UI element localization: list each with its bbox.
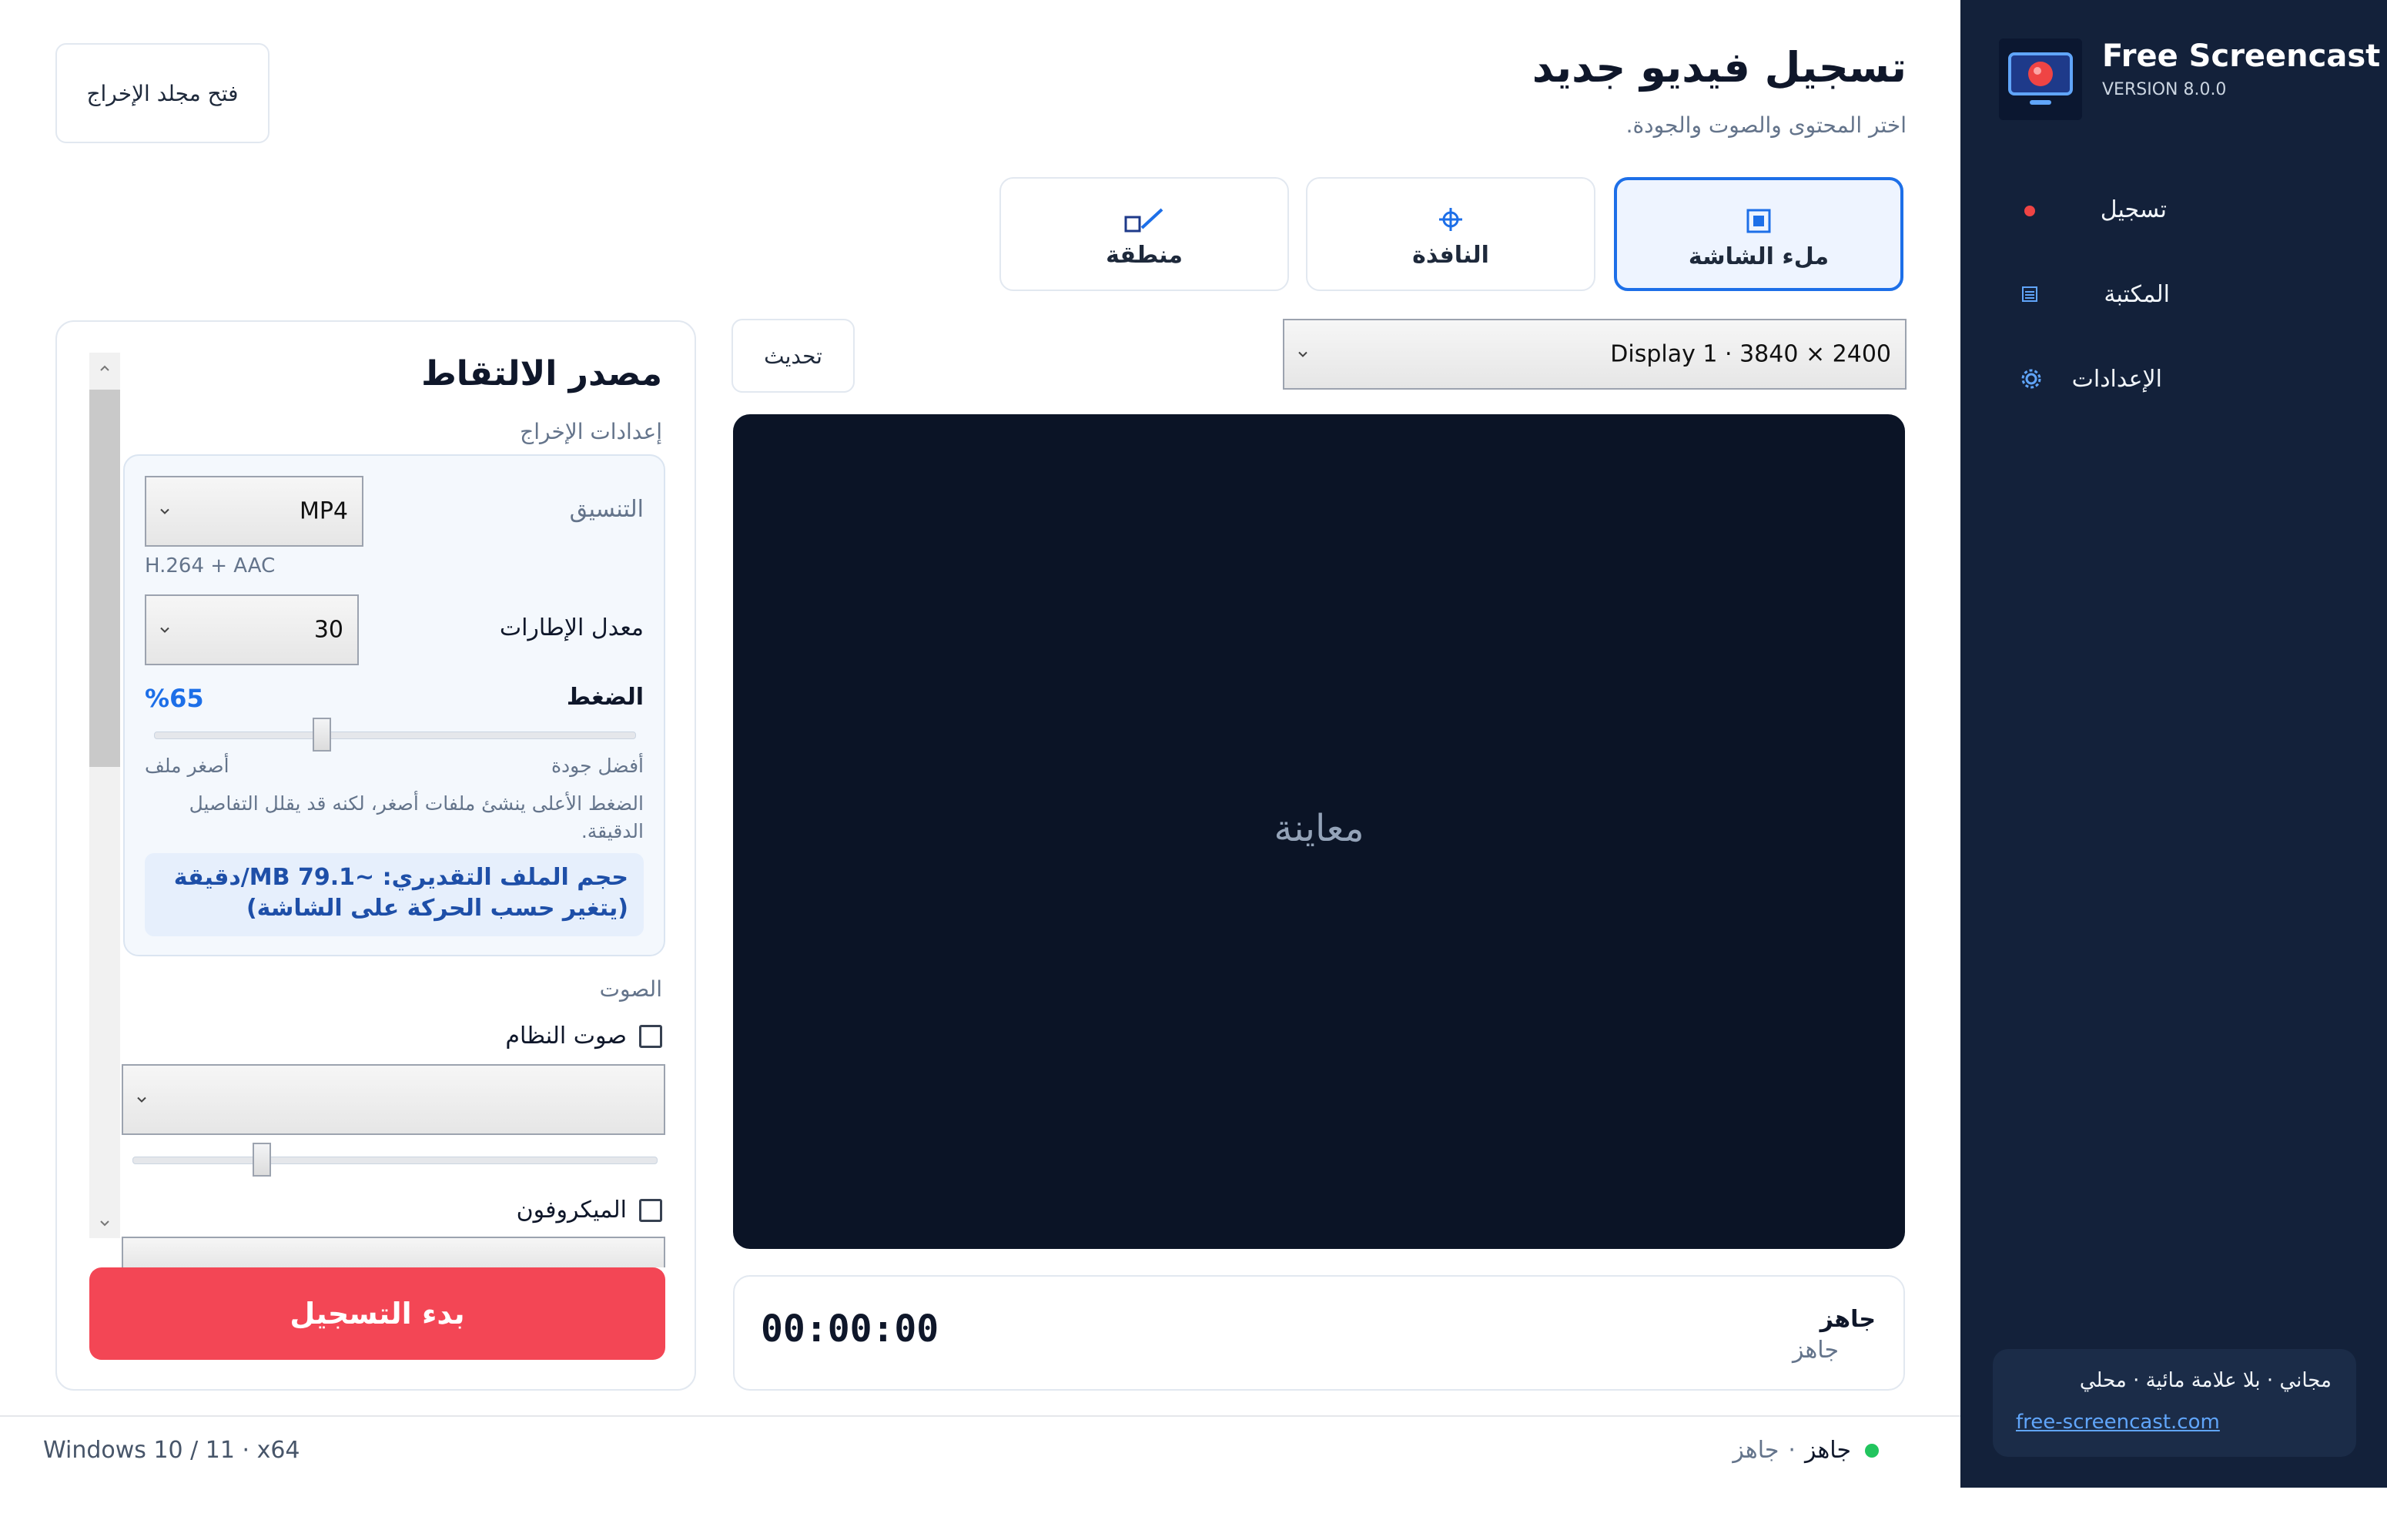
compression-hint: الضغط الأعلى ينشئ ملفات أصغر، لكنه قد يق…: [189, 792, 644, 842]
page-subtitle: اختر المحتوى والصوت والجودة.: [1625, 112, 1907, 138]
scrollbar-thumb[interactable]: [89, 390, 120, 767]
codec-info: H.264 + AAC: [145, 554, 276, 578]
format-label: التنسيق: [569, 496, 644, 523]
tab-fullscreen[interactable]: ملء الشاشة: [1614, 177, 1903, 291]
system-audio-label: صوت النظام: [505, 1023, 627, 1050]
footer-ready-main: جاهز: [1804, 1437, 1851, 1464]
refresh-button[interactable]: تحديث: [732, 319, 855, 393]
microphone-checkbox[interactable]: [639, 1198, 662, 1222]
fullscreen-icon: [1746, 208, 1772, 237]
format-select[interactable]: MP4: [145, 476, 363, 547]
microphone-label: الميكروفون: [516, 1197, 627, 1224]
library-icon: [2014, 279, 2045, 310]
crosshair-icon: [1438, 206, 1464, 236]
estimated-size: حجم الملف التقديري: ~79.1 MB/دقيقة (يتغي…: [145, 853, 644, 936]
best-quality-label: أفضل جودة: [551, 755, 644, 777]
recording-timer: 00:00:00: [761, 1307, 939, 1351]
open-output-folder-button[interactable]: فتح مجلد الإخراج: [55, 43, 270, 143]
compression-percent: %65: [145, 684, 204, 713]
sidebar-item-label: تسجيل: [2100, 196, 2167, 223]
status-subtitle: جاهز: [1792, 1337, 1839, 1364]
tab-region[interactable]: منطقة: [999, 177, 1289, 291]
chevron-down-icon: [157, 617, 172, 644]
app-version: VERSION 8.0.0: [2102, 80, 2227, 99]
tab-window[interactable]: النافذة: [1306, 177, 1595, 291]
audio-section-label: الصوت: [599, 976, 662, 1002]
compression-slider-track[interactable]: [154, 732, 636, 739]
output-settings-box: التنسيق MP4 H.264 + AAC معدل الإطارات 30…: [123, 454, 665, 956]
website-link[interactable]: free-screencast.com: [2016, 1411, 2220, 1434]
preview-area: معاينة: [733, 414, 1905, 1249]
scroll-down-icon[interactable]: [89, 1207, 120, 1238]
microphone-device-select[interactable]: [122, 1237, 665, 1267]
fps-select[interactable]: 30: [145, 594, 359, 665]
region-select-icon: [1123, 206, 1165, 236]
system-audio-row[interactable]: صوت النظام: [505, 1023, 662, 1050]
sidebar: Free Screencast VERSION 8.0.0 تسجيل المك…: [1960, 0, 2387, 1488]
format-select-value: MP4: [299, 497, 348, 525]
fps-label: معدل الإطارات: [499, 614, 644, 641]
display-select[interactable]: Display 1 · 3840 × 2400: [1283, 319, 1907, 390]
chevron-down-icon: [134, 1086, 149, 1113]
system-audio-volume-track[interactable]: [132, 1157, 658, 1164]
tab-label: منطقة: [1106, 242, 1183, 269]
start-recording-button[interactable]: بدء التسجيل: [89, 1267, 665, 1360]
display-select-value: Display 1 · 3840 × 2400: [1610, 340, 1891, 368]
app-logo: [1999, 38, 2082, 120]
chevron-down-icon: [157, 498, 172, 525]
chevron-down-icon: [1295, 341, 1311, 368]
panel-title: مصدر الالتقاط: [421, 354, 662, 393]
sidebar-item-library[interactable]: المكتبة: [2104, 271, 2170, 317]
system-audio-checkbox[interactable]: [639, 1024, 662, 1048]
recording-status-card: 00:00:00 جاهز جاهز: [733, 1275, 1905, 1391]
app-name: Free Screencast: [2102, 38, 2381, 74]
compression-slider-thumb[interactable]: [313, 718, 332, 752]
smaller-file-label: أصغر ملف: [145, 755, 229, 777]
tab-label: ملء الشاشة: [1688, 243, 1830, 270]
promo-text: مجاني · بلا علامة مائية · محلي: [2079, 1369, 2332, 1392]
compression-label: الضغط: [566, 684, 644, 711]
panel-scrollbar[interactable]: [89, 353, 120, 1238]
record-dot-icon: [2014, 196, 2045, 226]
page-title: تسجيل فيديو جديد: [1532, 43, 1907, 92]
sidebar-item-record[interactable]: تسجيل: [2101, 186, 2167, 233]
system-audio-volume-thumb[interactable]: [253, 1143, 271, 1177]
footer-status: جاهز · جاهز: [1732, 1437, 1879, 1464]
sidebar-item-settings[interactable]: الإعدادات: [2072, 356, 2162, 402]
scroll-up-icon[interactable]: [89, 353, 120, 383]
footer-ready-sub: جاهز: [1732, 1437, 1779, 1464]
microphone-row[interactable]: الميكروفون: [517, 1197, 662, 1224]
settings-gear-icon: [2016, 363, 2047, 394]
platform-info: Windows 10 / 11 · x64: [43, 1437, 300, 1464]
fps-select-value: 30: [313, 616, 343, 644]
tab-label: النافذة: [1412, 242, 1489, 269]
system-audio-device-select[interactable]: [122, 1064, 665, 1135]
footer-divider: [0, 1415, 1960, 1417]
preview-label: معاينة: [1274, 807, 1364, 850]
status-dot-icon: [1865, 1443, 1879, 1458]
promo-card: مجاني · بلا علامة مائية · محلي free-scre…: [1993, 1349, 2356, 1457]
output-settings-label: إعدادات الإخراج: [520, 419, 662, 444]
sidebar-item-label: الإعدادات: [2071, 365, 2162, 393]
sidebar-item-label: المكتبة: [2104, 280, 2170, 308]
capture-source-panel: مصدر الالتقاط إعدادات الإخراج التنسيق MP…: [55, 320, 696, 1391]
status-title: جاهز: [1820, 1306, 1876, 1333]
